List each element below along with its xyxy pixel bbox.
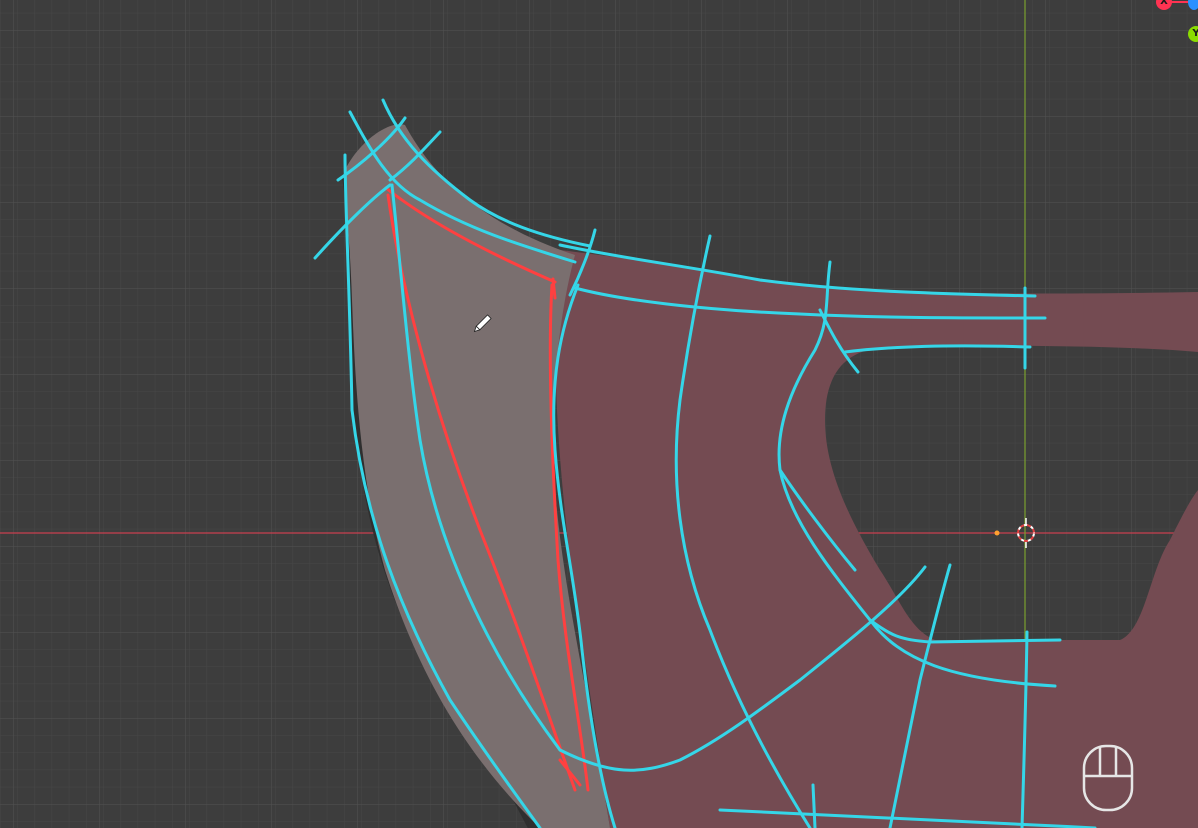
3d-viewport[interactable]: X Y (0, 0, 1198, 828)
viewport-canvas[interactable] (0, 0, 1198, 828)
gizmo-y-axis[interactable]: Y (1188, 26, 1198, 42)
mouse-icon (1082, 744, 1134, 812)
gizmo-x-label: X (1160, 0, 1168, 7)
object-origin[interactable] (994, 530, 1000, 536)
gizmo-x-axis-line (1170, 1, 1190, 3)
gizmo-y-label: Y (1192, 28, 1198, 39)
